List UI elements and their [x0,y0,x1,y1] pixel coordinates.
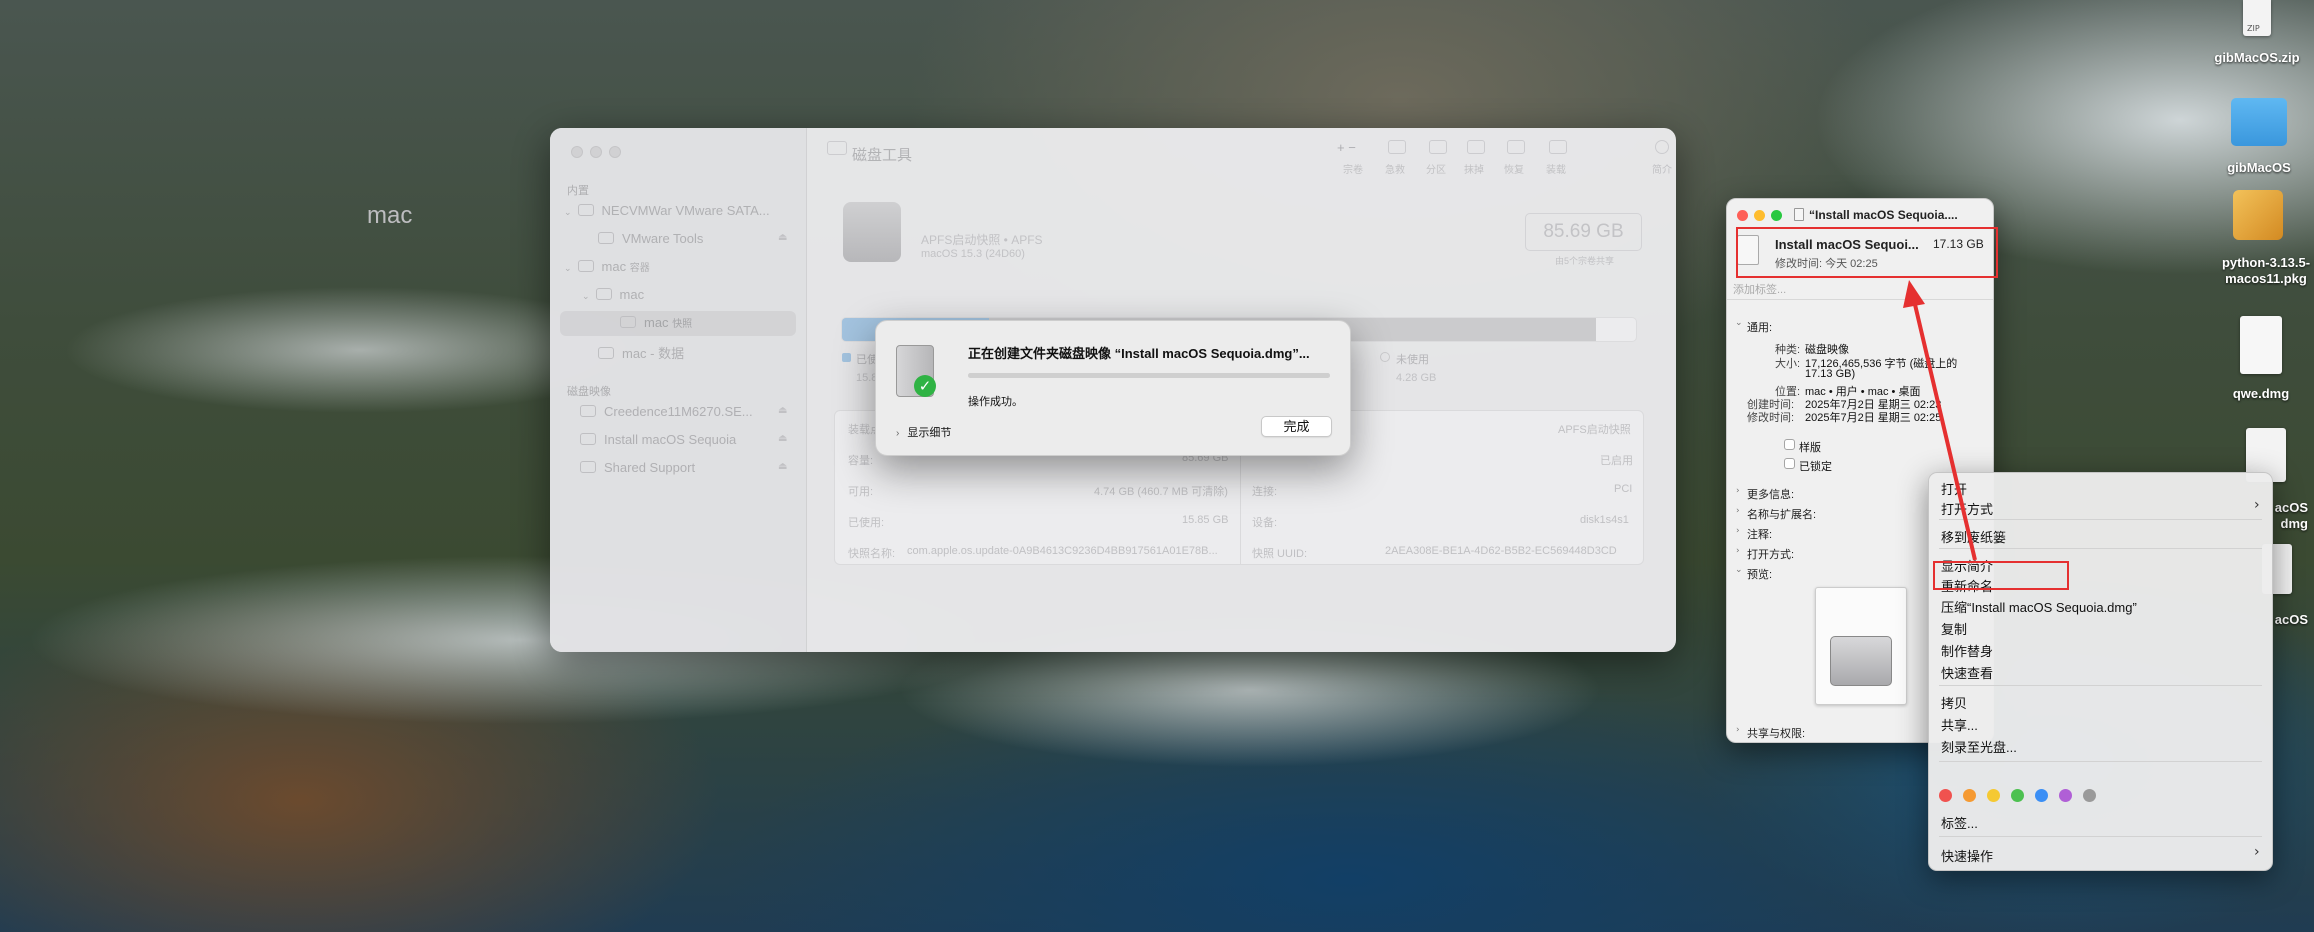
annotation-arrow [1903,280,1977,561]
